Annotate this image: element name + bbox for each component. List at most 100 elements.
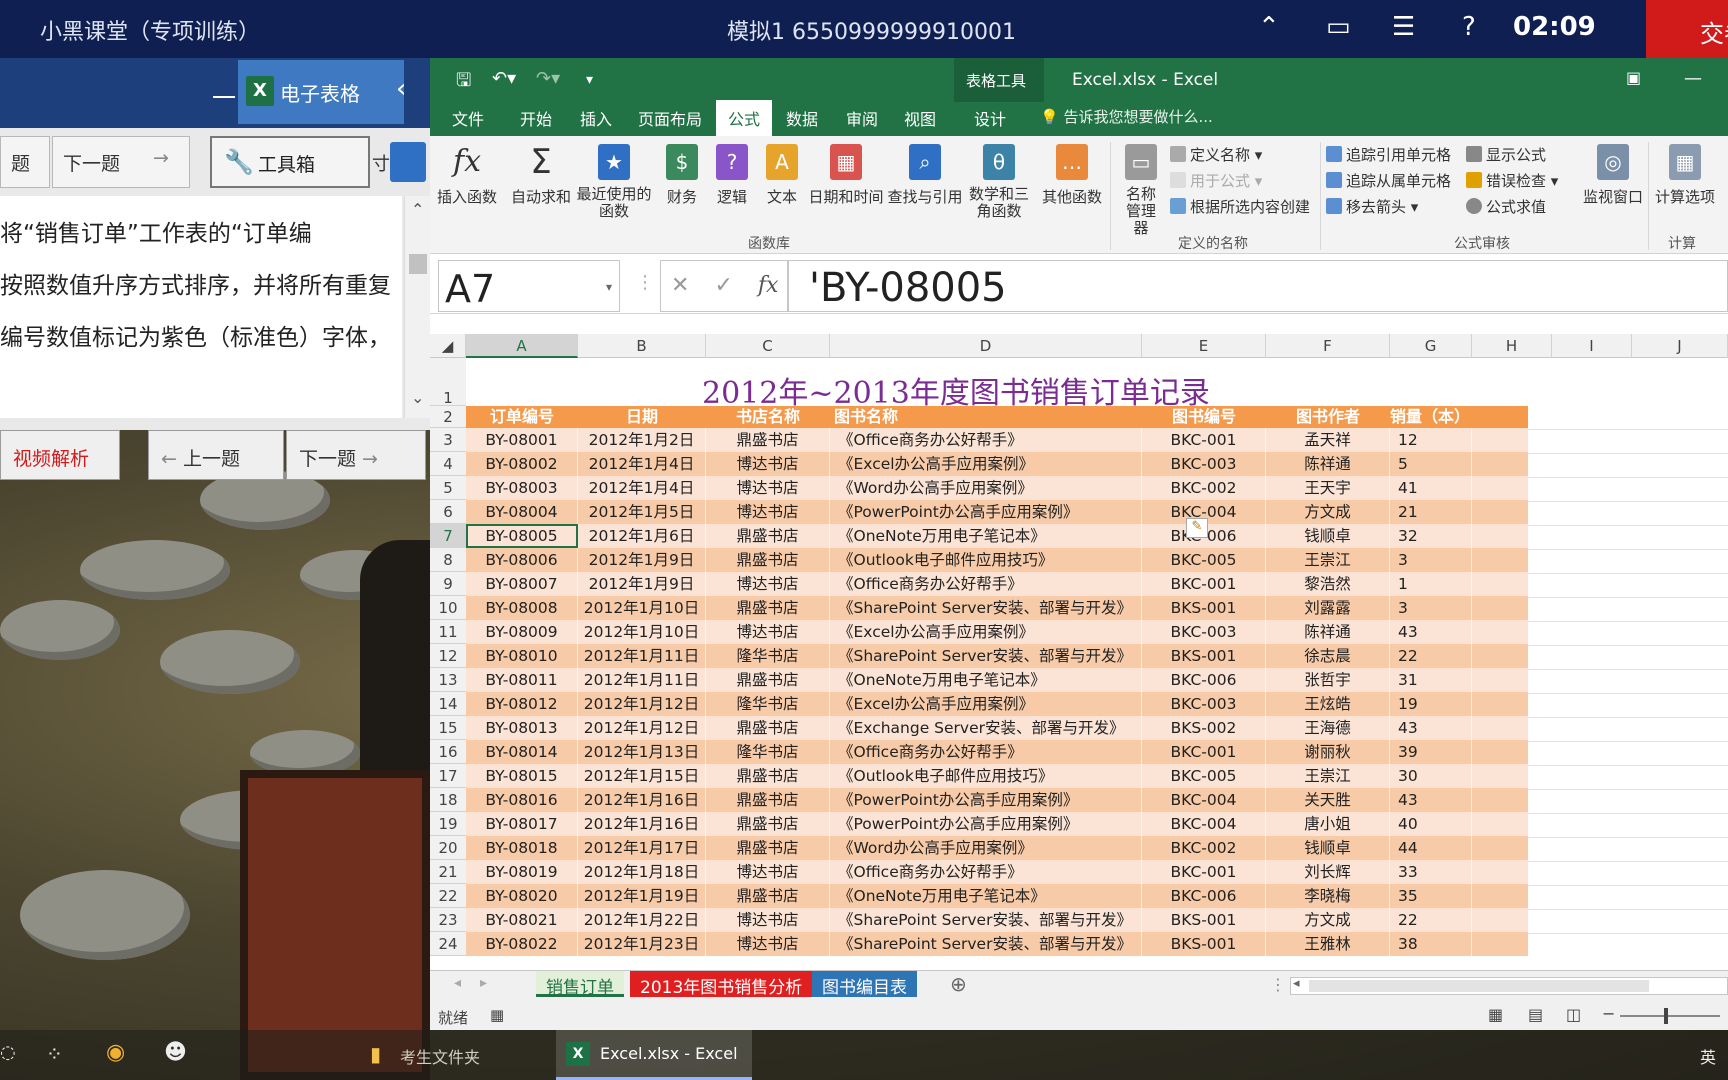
tab-review[interactable]: 审阅	[846, 106, 878, 130]
tab-scroll-right-icon[interactable]: ▸	[480, 975, 487, 991]
author-cell[interactable]: 王崇江	[1266, 764, 1390, 788]
author-cell[interactable]: 黎浩然	[1266, 572, 1390, 596]
date-cell[interactable]: 2012年1月9日	[578, 548, 706, 572]
tell-me-search[interactable]: 💡 告诉我您想要做什么...	[1040, 106, 1213, 127]
row-header[interactable]: 18	[430, 788, 466, 812]
author-cell[interactable]: 孟天祥	[1266, 428, 1390, 452]
row-header[interactable]: 13	[430, 668, 466, 692]
start-partial-icon[interactable]: ◌	[0, 1042, 16, 1063]
store-cell[interactable]: 鼎盛书店	[706, 668, 830, 692]
row-header[interactable]: 22	[430, 884, 466, 908]
insert-function-button[interactable]: fx 插入函数	[436, 144, 498, 207]
date-cell[interactable]: 2012年1月4日	[578, 452, 706, 476]
date-time-button[interactable]: ▦ 日期和时间	[806, 144, 886, 207]
header-store[interactable]: 书店名称	[706, 406, 830, 428]
row-header[interactable]: 12	[430, 644, 466, 668]
date-cell[interactable]: 2012年1月16日	[578, 812, 706, 836]
insert-function-icon[interactable]: fx	[758, 273, 779, 298]
book-id-cell[interactable]: BKS-001	[1142, 644, 1266, 668]
date-cell[interactable]: 2012年1月11日	[578, 644, 706, 668]
date-cell[interactable]: 2012年1月17日	[578, 836, 706, 860]
book-name-cell[interactable]: 《PowerPoint办公高手应用案例》	[830, 812, 1142, 836]
trace-dependents-button[interactable]: 追踪从属单元格	[1326, 170, 1451, 191]
book-name-cell[interactable]: 《Office商务办公好帮手》	[830, 572, 1142, 596]
order-id-cell[interactable]: BY-08008	[466, 596, 578, 620]
collapse-arrow-icon[interactable]: ‹	[396, 74, 406, 104]
book-id-cell[interactable]: BKC-004	[1142, 812, 1266, 836]
ribbon-display-icon[interactable]: ▣	[1626, 68, 1641, 87]
author-cell[interactable]: 陈祥通	[1266, 452, 1390, 476]
book-name-cell[interactable]: 《PowerPoint办公高手应用案例》	[830, 788, 1142, 812]
store-cell[interactable]: 博达书店	[706, 620, 830, 644]
page-layout-view-icon[interactable]: ▤	[1528, 1005, 1543, 1024]
trace-precedents-button[interactable]: 追踪引用单元格	[1326, 144, 1451, 165]
author-cell[interactable]: 徐志晨	[1266, 644, 1390, 668]
book-id-cell[interactable]: BKC-001	[1142, 572, 1266, 596]
define-name-button[interactable]: 定义名称 ▾	[1170, 144, 1262, 165]
book-id-cell[interactable]: BKC-003	[1142, 452, 1266, 476]
sales-cell[interactable]: 1	[1390, 572, 1472, 596]
order-id-cell[interactable]: BY-08013	[466, 716, 578, 740]
book-name-cell[interactable]: 《Exchange Server安装、部署与开发》	[830, 716, 1142, 740]
author-cell[interactable]: 钱顺卓	[1266, 836, 1390, 860]
book-name-cell[interactable]: 《SharePoint Server安装、部署与开发》	[830, 908, 1142, 932]
redo-icon[interactable]: ↷▾	[536, 68, 560, 89]
scroll-thumb[interactable]	[1309, 980, 1649, 992]
column-header-d[interactable]: D	[830, 334, 1142, 358]
book-id-cell[interactable]: BKS-002	[1142, 716, 1266, 740]
book-id-cell[interactable]: BKC-001	[1142, 740, 1266, 764]
watch-window-button[interactable]: ◎ 监视窗口	[1580, 144, 1646, 207]
prev-question-button-partial[interactable]: 题	[0, 136, 50, 188]
scroll-left-icon[interactable]: ◂	[1293, 976, 1300, 991]
row-header[interactable]: 6	[430, 500, 466, 524]
book-name-cell[interactable]: 《SharePoint Server安装、部署与开发》	[830, 644, 1142, 668]
row-header[interactable]: 10	[430, 596, 466, 620]
book-name-cell[interactable]: 《SharePoint Server安装、部署与开发》	[830, 596, 1142, 620]
header-book-name[interactable]: 图书名称	[830, 406, 1142, 428]
sales-cell[interactable]: 30	[1390, 764, 1472, 788]
create-from-selection-button[interactable]: 根据所选内容创建	[1170, 196, 1310, 217]
customize-toolbar-icon[interactable]: ▾	[586, 72, 593, 88]
date-cell[interactable]: 2012年1月2日	[578, 428, 706, 452]
order-id-cell[interactable]: BY-08016	[466, 788, 578, 812]
sales-cell[interactable]: 5	[1390, 452, 1472, 476]
row-header[interactable]: 11	[430, 620, 466, 644]
sales-cell[interactable]: 35	[1390, 884, 1472, 908]
scroll-thumb[interactable]	[409, 254, 427, 274]
scroll-down-icon[interactable]: ⌄	[411, 388, 424, 407]
author-cell[interactable]: 李晓梅	[1266, 884, 1390, 908]
book-name-cell[interactable]: 《Outlook电子邮件应用技巧》	[830, 548, 1142, 572]
zoom-slider-thumb[interactable]	[1664, 1008, 1668, 1024]
order-id-cell[interactable]: BY-08003	[466, 476, 578, 500]
book-id-cell[interactable]: BKC-003	[1142, 692, 1266, 716]
date-cell[interactable]: 2012年1月5日	[578, 500, 706, 524]
row-header[interactable]: 16	[430, 740, 466, 764]
book-id-cell[interactable]: BKC-006	[1142, 668, 1266, 692]
order-id-cell[interactable]: BY-08005	[466, 524, 578, 548]
column-header-b[interactable]: B	[578, 334, 706, 358]
row-header[interactable]: 5	[430, 476, 466, 500]
name-box[interactable]: A7	[438, 260, 620, 312]
sales-cell[interactable]: 33	[1390, 860, 1472, 884]
minimize-icon[interactable]: 一	[212, 78, 236, 113]
book-name-cell[interactable]: 《Excel办公高手应用案例》	[830, 692, 1142, 716]
logical-button[interactable]: ? 逻辑	[712, 144, 752, 207]
list-icon[interactable]: ☰	[1392, 12, 1415, 42]
store-cell[interactable]: 鼎盛书店	[706, 812, 830, 836]
date-cell[interactable]: 2012年1月23日	[578, 932, 706, 956]
order-id-cell[interactable]: BY-08009	[466, 620, 578, 644]
store-cell[interactable]: 鼎盛书店	[706, 764, 830, 788]
author-cell[interactable]: 王海德	[1266, 716, 1390, 740]
row-header[interactable]: 17	[430, 764, 466, 788]
spreadsheet-tab[interactable]: X 电子表格	[238, 60, 404, 124]
window-icon[interactable]: ▭	[1326, 12, 1351, 42]
sales-cell[interactable]: 39	[1390, 740, 1472, 764]
math-trig-button[interactable]: θ 数学和三角函数	[966, 144, 1032, 220]
book-id-cell[interactable]: BKC-004	[1142, 788, 1266, 812]
scroll-up-icon[interactable]: ⌃	[411, 200, 424, 219]
help-icon[interactable]: ?	[1462, 12, 1476, 42]
book-name-cell[interactable]: 《Word办公高手应用案例》	[830, 836, 1142, 860]
store-cell[interactable]: 鼎盛书店	[706, 524, 830, 548]
author-cell[interactable]: 张哲宇	[1266, 668, 1390, 692]
sales-cell[interactable]: 40	[1390, 812, 1472, 836]
